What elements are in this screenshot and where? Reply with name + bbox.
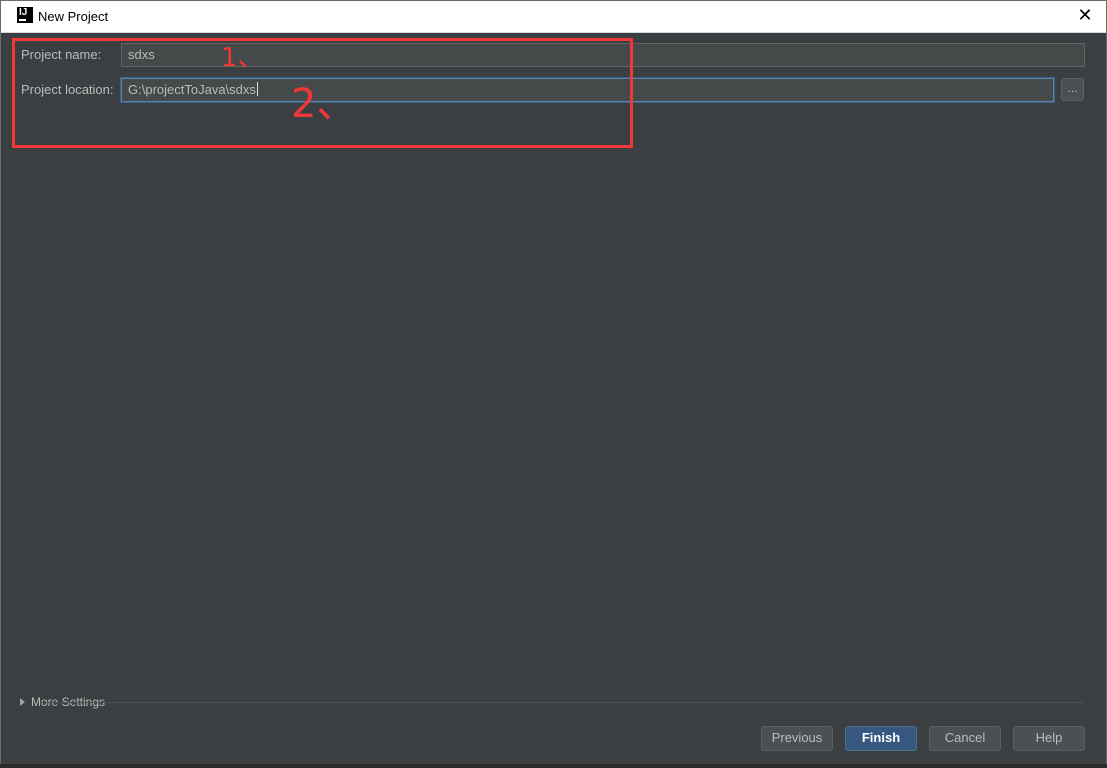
annotation-mark-1: 1、 bbox=[221, 43, 264, 73]
finish-button[interactable]: Finish bbox=[845, 726, 917, 751]
help-button[interactable]: Help bbox=[1013, 726, 1085, 751]
close-icon[interactable]: ✕ bbox=[1076, 6, 1094, 24]
app-icon-label: IJ bbox=[19, 7, 28, 18]
annotation-mark-2: 2、 bbox=[291, 81, 357, 127]
dialog-content: Project name: sdxs Project location: G:\… bbox=[9, 33, 1098, 759]
new-project-dialog: IJ New Project ✕ Project name: sdxs Proj… bbox=[0, 0, 1107, 766]
title-bar: IJ New Project ✕ bbox=[1, 1, 1106, 33]
window-title: New Project bbox=[38, 9, 109, 24]
taskbar-strip bbox=[0, 764, 1107, 768]
intellij-app-icon: IJ bbox=[17, 7, 33, 23]
browse-button[interactable]: ... bbox=[1061, 78, 1084, 101]
more-settings-divider bbox=[41, 702, 1084, 703]
expand-triangle-icon bbox=[20, 698, 25, 706]
cancel-button[interactable]: Cancel bbox=[929, 726, 1001, 751]
previous-button[interactable]: Previous bbox=[761, 726, 833, 751]
